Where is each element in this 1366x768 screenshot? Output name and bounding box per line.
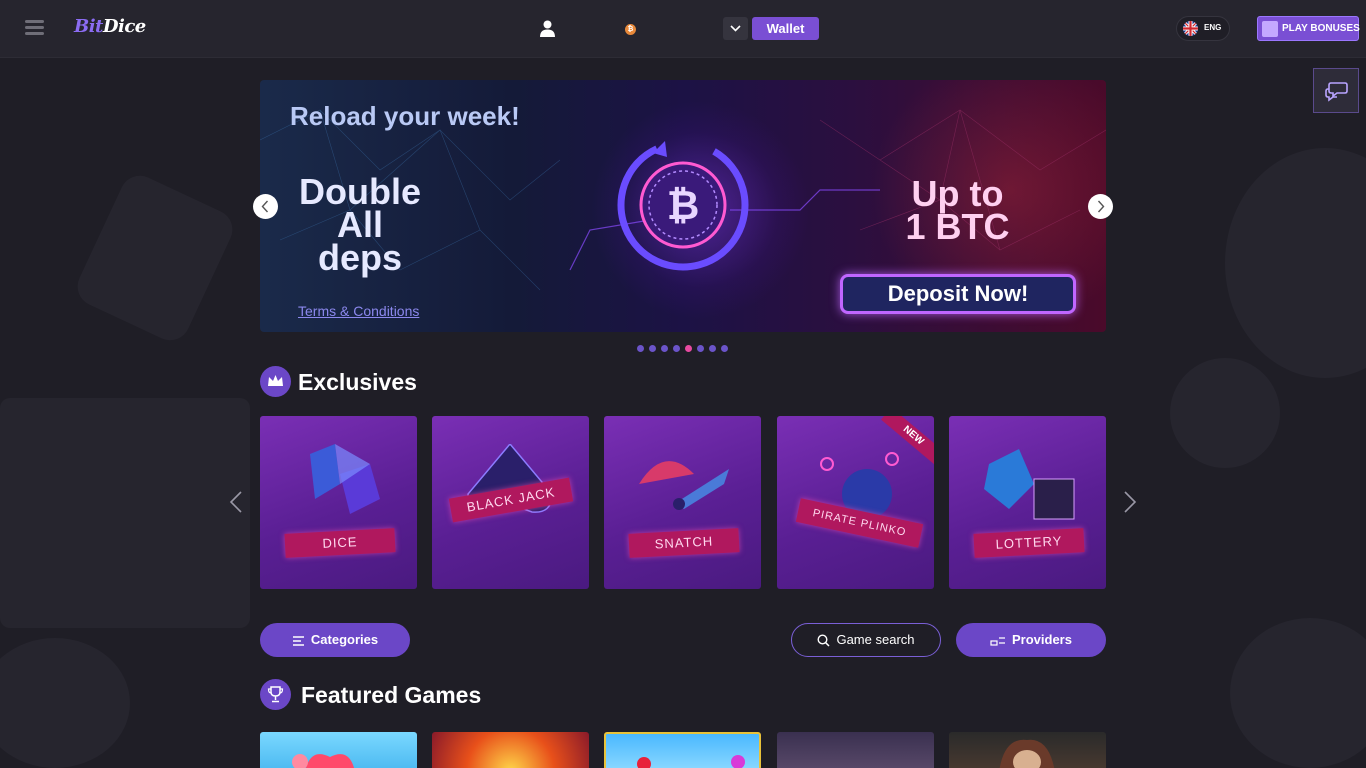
language-label: ENG xyxy=(1204,23,1222,32)
bitcoin-coin-icon[interactable]: ₿ xyxy=(625,24,636,35)
user-icon[interactable] xyxy=(540,20,555,37)
game-card-blackjack[interactable]: BLACK JACK xyxy=(432,416,589,589)
chat-bubbles-icon xyxy=(1325,82,1348,102)
search-icon xyxy=(817,634,830,647)
list-icon xyxy=(292,635,304,646)
pagination-dot-active[interactable] xyxy=(685,345,692,352)
pagination-dot[interactable] xyxy=(637,345,644,352)
wallet-dropdown[interactable] xyxy=(723,17,748,40)
chevron-down-icon xyxy=(730,25,741,32)
chevron-left-icon xyxy=(261,200,269,213)
game-search-button[interactable]: Game search xyxy=(791,623,941,657)
featured-game-thumb[interactable] xyxy=(604,732,761,768)
language-selector[interactable]: ENG xyxy=(1176,16,1230,41)
game-thumbnail-art xyxy=(637,755,745,768)
game-thumbnail-art xyxy=(292,754,354,768)
banner-headline: Reload your week! xyxy=(290,101,520,131)
exclusives-prev-arrow[interactable] xyxy=(229,491,243,513)
banner-prev-button[interactable] xyxy=(253,194,278,219)
play-bonuses-button[interactable]: PLAY BONUSES xyxy=(1257,16,1360,41)
crown-icon xyxy=(260,366,291,397)
chevron-right-icon xyxy=(1097,200,1105,213)
banner-pagination xyxy=(637,339,733,352)
game-card-pirate-plinko[interactable]: PIRATE PLINKO NEW xyxy=(777,416,934,589)
uk-flag-icon xyxy=(1183,21,1198,36)
banner-next-button[interactable] xyxy=(1088,194,1113,219)
wallet-button[interactable]: Wallet xyxy=(752,17,819,40)
pagination-dot[interactable] xyxy=(649,345,656,352)
featured-game-thumb[interactable] xyxy=(432,732,589,768)
game-card-dice[interactable]: DICE xyxy=(260,416,417,589)
svg-text:₿: ₿ xyxy=(667,183,700,229)
deposit-now-button[interactable]: Deposit Now! xyxy=(840,274,1076,314)
lottery-art-icon xyxy=(984,449,1075,520)
section-title: Featured Games xyxy=(301,682,482,708)
pagination-dot[interactable] xyxy=(709,345,716,352)
game-label: DICE xyxy=(284,528,396,558)
section-title: Exclusives xyxy=(298,369,417,395)
banner-offer-right: Up to 1 BTC xyxy=(905,173,1010,247)
game-label: LOTTERY xyxy=(973,528,1085,558)
game-thumbnail-art xyxy=(999,739,1055,768)
pagination-dot[interactable] xyxy=(661,345,668,352)
game-label: SNATCH xyxy=(628,528,740,558)
banner-offer-left: Double All deps xyxy=(299,171,421,278)
featured-game-thumb[interactable] xyxy=(777,732,934,768)
chat-button[interactable] xyxy=(1313,68,1359,113)
site-logo[interactable]: BitDice xyxy=(74,16,146,37)
categories-button[interactable]: Categories xyxy=(260,623,410,657)
featured-games-header: Featured Games xyxy=(260,679,520,711)
top-header: BitDice ₿ Wallet ENG PLAY BONUSES xyxy=(0,0,1366,58)
featured-game-thumb[interactable] xyxy=(260,732,417,768)
parachute-art-icon xyxy=(639,461,729,510)
game-card-snatch[interactable]: SNATCH xyxy=(604,416,761,589)
promo-banner[interactable]: Reload your week! Double All deps ₿ Up t… xyxy=(260,80,1106,332)
featured-game-thumb[interactable] xyxy=(949,732,1106,768)
exclusives-header: Exclusives xyxy=(260,366,460,398)
dice-art-icon xyxy=(310,444,380,514)
pagination-dot[interactable] xyxy=(697,345,704,352)
game-card-lottery[interactable]: LOTTERY xyxy=(949,416,1106,589)
trophy-icon xyxy=(260,679,291,710)
providers-icon xyxy=(990,636,1005,646)
terms-link[interactable]: Terms & Conditions xyxy=(298,303,419,319)
gift-icon xyxy=(1262,21,1278,37)
pagination-dot[interactable] xyxy=(721,345,728,352)
menu-icon[interactable] xyxy=(25,20,44,36)
pagination-dot[interactable] xyxy=(673,345,680,352)
providers-button[interactable]: Providers xyxy=(956,623,1106,657)
bitcoin-reload-icon: ₿ xyxy=(617,139,749,271)
exclusives-next-arrow[interactable] xyxy=(1123,491,1137,513)
